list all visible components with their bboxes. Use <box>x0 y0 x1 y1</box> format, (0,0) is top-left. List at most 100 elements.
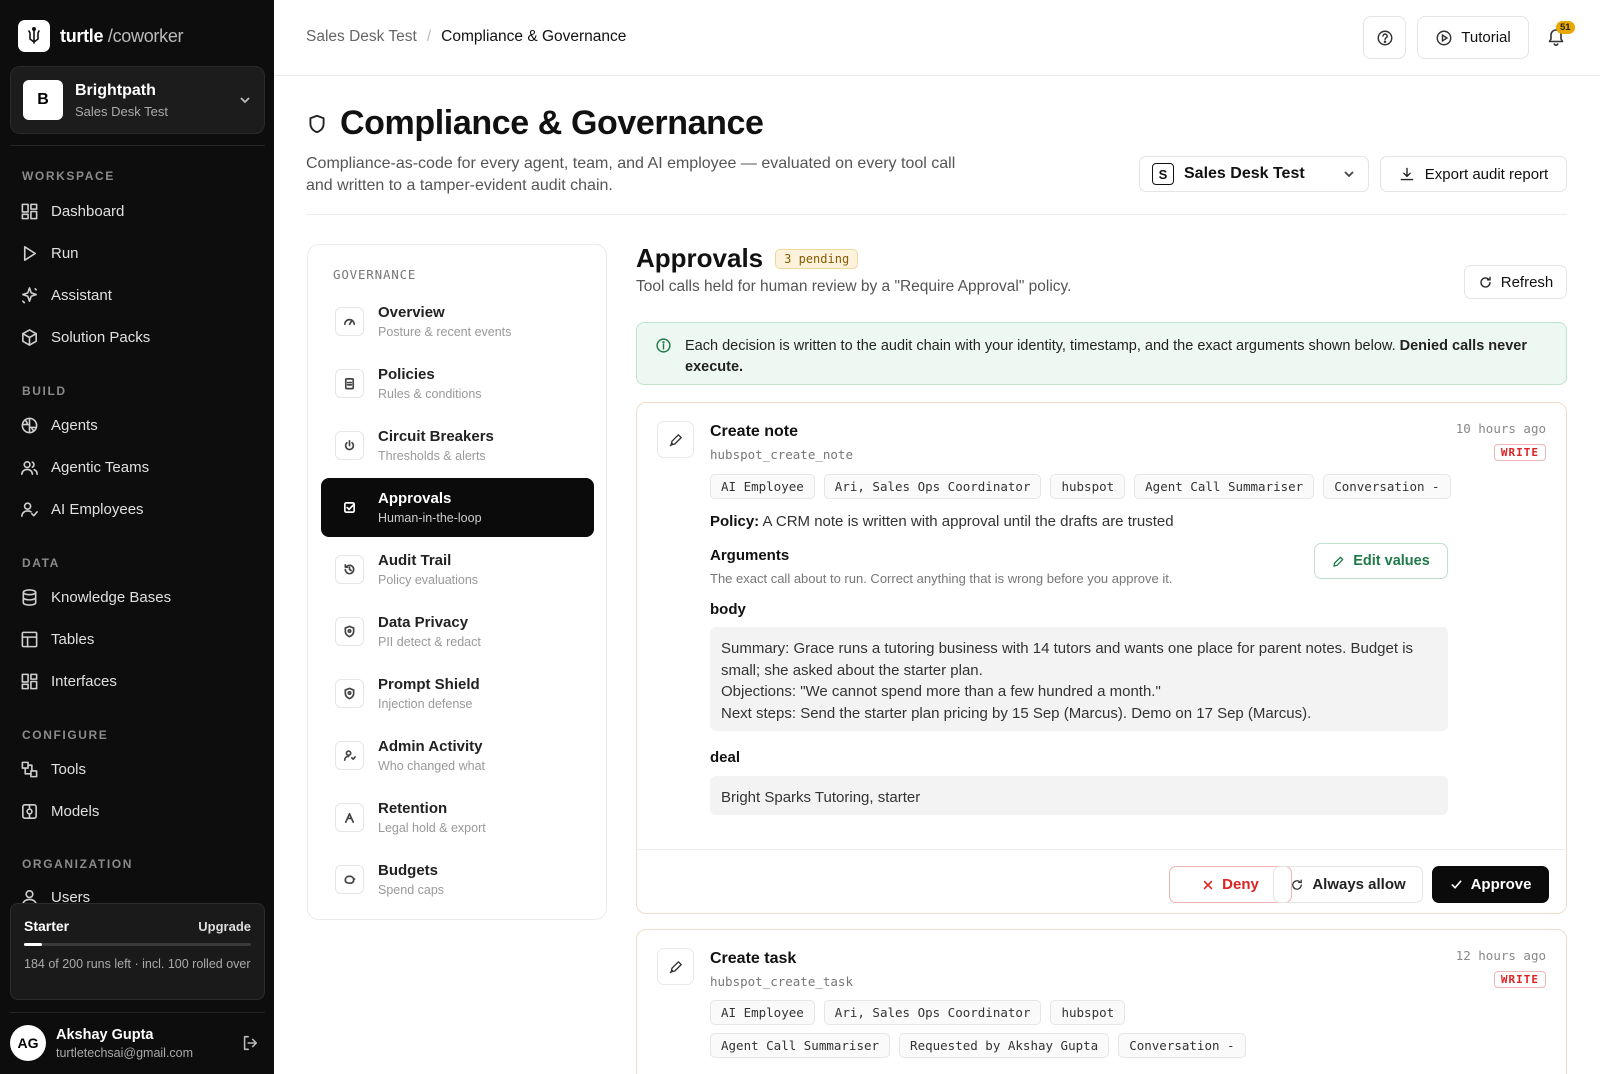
gov-item-admin-activity[interactable]: Admin Activity Who changed what <box>321 726 594 785</box>
play-circle-icon <box>1436 30 1452 45</box>
gov-item-overview[interactable]: Overview Posture & recent events <box>321 292 594 351</box>
always-allow-button[interactable]: Always allow <box>1273 866 1423 903</box>
audit-info-banner: Each decision is written to the audit ch… <box>636 322 1567 385</box>
upgrade-link[interactable]: Upgrade <box>198 919 251 934</box>
nav-section-workspace: WORKSPACE <box>22 169 115 183</box>
refresh-icon <box>1480 276 1491 288</box>
pending-badge: 3 pending <box>775 248 859 269</box>
gauge-icon <box>344 318 355 326</box>
sidebar: turtle /coworker B Brightpath Sales Desk… <box>0 0 274 1074</box>
policy-line: Policy: A CRM note is written with appro… <box>710 513 1174 530</box>
approval-tags: AI Employee Ari, Sales Ops Coordinator h… <box>710 1000 1310 1058</box>
workspace-switcher[interactable]: B Brightpath Sales Desk Test <box>10 66 265 134</box>
export-audit-report-button[interactable]: Export audit report <box>1380 156 1567 192</box>
table-icon <box>21 631 38 647</box>
gov-item-audit-trail[interactable]: Audit Trail Policy evaluations <box>321 540 594 599</box>
sidebar-item-label: Tables <box>51 630 95 648</box>
body-line: Summary: Grace runs a tutoring business … <box>721 640 1414 679</box>
sidebar-item-label: Agents <box>51 416 98 434</box>
deny-label: Deny <box>1222 876 1259 893</box>
gov-item-approvals[interactable]: Approvals Human-in-the-loop <box>321 478 594 537</box>
tag: Conversation - <box>1118 1033 1246 1058</box>
workspace-select[interactable]: S Sales Desk Test <box>1139 156 1369 192</box>
chevron-down-icon <box>240 97 250 104</box>
logout-icon[interactable] <box>241 1034 259 1052</box>
gov-item-sub: Human-in-the-loop <box>378 511 482 525</box>
sidebar-divider <box>10 145 265 146</box>
approve-button[interactable]: Approve <box>1432 866 1549 903</box>
sidebar-item-ai-employees[interactable]: AI Employees <box>20 497 144 521</box>
history-icon <box>344 564 355 575</box>
sidebar-item-tables[interactable]: Tables <box>20 627 94 651</box>
gov-item-sub: Who changed what <box>378 759 486 773</box>
always-allow-label: Always allow <box>1312 876 1406 893</box>
sidebar-item-models[interactable]: Models <box>20 799 99 823</box>
page-description: Compliance-as-code for every agent, team… <box>306 155 956 194</box>
approval-card: Create task hubspot_create_task 12 hours… <box>636 929 1567 1074</box>
sidebar-item-assistant[interactable]: Assistant <box>20 283 112 307</box>
brand-name: turtle <box>60 25 104 46</box>
gov-item-label: Admin Activity <box>378 738 483 755</box>
shield-dot-icon <box>344 625 355 638</box>
write-badge: WRITE <box>1493 444 1546 461</box>
tag: hubspot <box>1050 1000 1126 1025</box>
sidebar-item-label: Knowledge Bases <box>51 588 172 606</box>
notifications-button[interactable]: 51 <box>1546 21 1575 52</box>
notification-count-badge: 51 <box>1556 21 1575 34</box>
approval-title: Create note <box>710 423 799 440</box>
tag: Ari, Sales Ops Coordinator <box>823 1000 1042 1025</box>
gov-item-sub: Policy evaluations <box>378 573 479 587</box>
gov-item-label: Audit Trail <box>378 552 452 569</box>
tag: AI Employee <box>710 474 815 499</box>
field-value-deal[interactable]: Bright Sparks Tutoring, starter <box>710 776 1448 815</box>
sidebar-item-knowledge-bases[interactable]: Knowledge Bases <box>20 585 171 609</box>
gov-item-label: Overview <box>378 304 445 321</box>
refresh-button[interactable]: Refresh <box>1464 265 1567 299</box>
edit-values-button[interactable]: Edit values <box>1314 543 1448 579</box>
sidebar-item-tools[interactable]: Tools <box>20 757 86 781</box>
gov-item-data-privacy[interactable]: Data Privacy PII detect & redact <box>321 602 594 661</box>
tutorial-button[interactable]: Tutorial <box>1417 16 1529 59</box>
gov-item-sub: Posture & recent events <box>378 325 512 339</box>
help-button[interactable] <box>1363 16 1406 59</box>
breadcrumb-workspace[interactable]: Sales Desk Test <box>306 28 417 46</box>
cube-icon <box>22 803 37 819</box>
sidebar-item-label: Models <box>51 802 100 820</box>
tool-name: hubspot_create_note <box>710 447 853 462</box>
policy-text: A CRM note is written with approval unti… <box>762 513 1174 530</box>
dashboard-icon <box>21 203 38 219</box>
sidebar-item-solution-packs[interactable]: Solution Packs <box>20 325 150 349</box>
gov-item-label: Policies <box>378 366 435 383</box>
brand-logo[interactable]: turtle /coworker <box>18 20 184 52</box>
sidebar-item-run[interactable]: Run <box>20 241 79 265</box>
refresh-label: Refresh <box>1500 273 1554 291</box>
tag: Agent Call Summariser <box>1134 474 1315 499</box>
shield-alert-icon <box>344 687 355 700</box>
field-value-body[interactable]: Summary: Grace runs a tutoring business … <box>710 627 1448 731</box>
gov-item-circuit-breakers[interactable]: Circuit Breakers Thresholds & alerts <box>321 416 594 475</box>
gov-item-sub: PII detect & redact <box>378 635 481 649</box>
gov-item-policies[interactable]: Policies Rules & conditions <box>321 354 594 413</box>
sidebar-item-agentic-teams[interactable]: Agentic Teams <box>20 455 149 479</box>
tag: Ari, Sales Ops Coordinator <box>823 474 1042 499</box>
tool-icon <box>657 948 694 985</box>
plan-usage-bar <box>24 943 251 946</box>
user-profile[interactable]: AG Akshay Gupta turtletechsai@gmail.com <box>10 1025 265 1061</box>
sidebar-item-dashboard[interactable]: Dashboard <box>20 199 124 223</box>
chevron-down-icon <box>1344 171 1354 178</box>
database-icon <box>22 588 37 606</box>
sidebar-item-label: Run <box>51 244 79 262</box>
plan-usage-text: 184 of 200 runs left · incl. 100 rolled … <box>24 957 251 971</box>
nav-section-organization: ORGANIZATION <box>22 857 133 871</box>
gov-item-label: Data Privacy <box>378 614 469 631</box>
sidebar-item-agents[interactable]: Agents <box>20 413 98 437</box>
sidebar-item-interfaces[interactable]: Interfaces <box>20 669 117 693</box>
gov-item-sub: Rules & conditions <box>378 387 482 401</box>
approval-timestamp: 10 hours ago <box>1455 421 1546 436</box>
gov-item-budgets[interactable]: Budgets Spend caps <box>321 850 594 909</box>
edit-values-label: Edit values <box>1353 553 1430 569</box>
gov-item-prompt-shield[interactable]: Prompt Shield Injection defense <box>321 664 594 723</box>
gov-item-retention[interactable]: Retention Legal hold & export <box>321 788 594 847</box>
gov-item-label: Budgets <box>378 862 438 879</box>
avatar: AG <box>10 1025 46 1061</box>
